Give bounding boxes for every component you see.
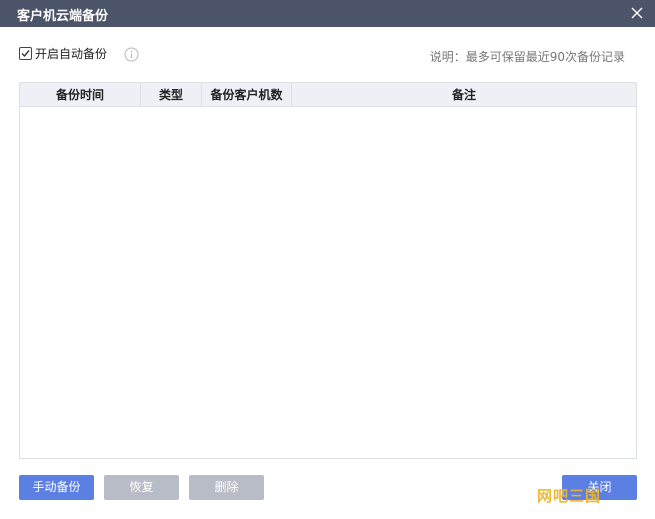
delete-button[interactable]: 删除 — [189, 475, 264, 500]
close-button[interactable] — [627, 3, 647, 23]
column-header-client-count[interactable]: 备份客户机数 — [202, 83, 292, 107]
info-circle-icon[interactable] — [124, 47, 139, 62]
auto-backup-label[interactable]: 开启自动备份 — [35, 45, 107, 62]
column-header-remark[interactable]: 备注 — [292, 83, 636, 107]
manual-backup-button[interactable]: 手动备份 — [19, 475, 94, 500]
close-icon[interactable] — [631, 7, 643, 19]
title-bar[interactable]: 客户机云端备份 — [0, 0, 655, 27]
dialog-title: 客户机云端备份 — [17, 9, 109, 24]
retention-note: 说明：最多可保留最近90次备份记录 — [429, 50, 625, 64]
cloud-backup-dialog: 客户机云端备份 开启自动备份 说明：最多可保留最近90次备份记录 备份时间 类型… — [0, 0, 655, 519]
column-header-backup-time[interactable]: 备份时间 — [20, 83, 141, 107]
checkmark-icon — [21, 50, 30, 58]
watermark-logo: 网吧三国 — [537, 487, 602, 505]
column-header-type[interactable]: 类型 — [141, 83, 202, 107]
options-row: 开启自动备份 说明：最多可保留最近90次备份记录 — [19, 45, 635, 65]
auto-backup-toggle[interactable]: 开启自动备份 — [19, 45, 107, 62]
backup-table: 备份时间 类型 备份客户机数 备注 — [19, 82, 637, 459]
restore-button[interactable]: 恢复 — [104, 475, 179, 500]
table-body — [20, 107, 636, 458]
table-header: 备份时间 类型 备份客户机数 备注 — [20, 83, 636, 107]
auto-backup-checkbox[interactable] — [19, 47, 32, 60]
